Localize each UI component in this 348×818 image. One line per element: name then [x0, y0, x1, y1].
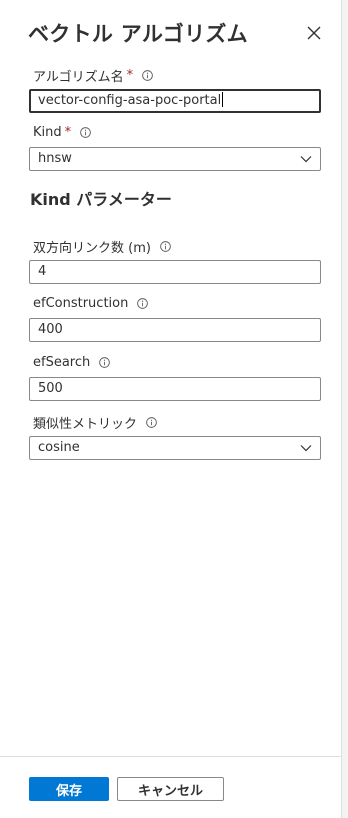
algorithm-name-label-row: アルゴリズム名 *: [33, 66, 153, 85]
ef-search-label: efSearch: [33, 355, 91, 370]
info-icon[interactable]: [80, 127, 91, 138]
metric-value: cosine: [38, 440, 80, 455]
info-icon[interactable]: [99, 357, 111, 368]
info-icon[interactable]: [137, 298, 149, 309]
ef-construction-label-row: efConstruction: [33, 296, 149, 311]
required-marker: *: [64, 125, 72, 140]
cancel-button[interactable]: キャンセル: [117, 777, 224, 801]
kind-dropdown[interactable]: hnsw: [29, 147, 321, 171]
kind-value: hnsw: [38, 151, 72, 166]
info-icon[interactable]: [160, 241, 171, 252]
panel-title: ベクトル アルゴリズム: [28, 22, 248, 46]
m-input[interactable]: 4: [29, 260, 321, 284]
m-label: 双方向リンク数 (m): [33, 241, 151, 256]
algorithm-name-label: アルゴリズム名: [33, 70, 124, 85]
algorithm-name-input[interactable]: vector-config-asa-poc-portal: [29, 89, 321, 113]
info-icon[interactable]: [146, 417, 157, 428]
ef-search-value: 500: [38, 381, 63, 396]
chevron-down-icon: [300, 445, 312, 452]
kind-label-row: Kind *: [33, 125, 91, 140]
metric-label: 類似性メトリック: [33, 417, 138, 432]
metric-label-row: 類似性メトリック: [33, 413, 157, 432]
kind-parameters-heading: Kind パラメーター: [30, 190, 172, 209]
ef-search-input[interactable]: 500: [29, 377, 321, 401]
ef-construction-value: 400: [38, 322, 63, 337]
m-label-row: 双方向リンク数 (m): [33, 237, 171, 256]
required-marker: *: [126, 68, 134, 83]
algorithm-name-value: vector-config-asa-poc-portal: [38, 93, 222, 108]
close-icon[interactable]: [305, 24, 323, 42]
metric-dropdown[interactable]: cosine: [29, 436, 321, 460]
ef-construction-input[interactable]: 400: [29, 318, 321, 342]
text-caret: [222, 92, 224, 107]
info-icon[interactable]: [142, 70, 153, 81]
kind-label: Kind: [33, 125, 62, 140]
ef-search-label-row: efSearch: [33, 355, 111, 370]
ef-construction-label: efConstruction: [33, 296, 129, 311]
vector-algorithm-panel: ベクトル アルゴリズム アルゴリズム名 * vector-config-asa-…: [0, 0, 342, 818]
footer-divider: [0, 756, 341, 757]
chevron-down-icon: [300, 156, 312, 163]
m-value: 4: [38, 264, 47, 279]
save-button[interactable]: 保存: [29, 777, 109, 801]
